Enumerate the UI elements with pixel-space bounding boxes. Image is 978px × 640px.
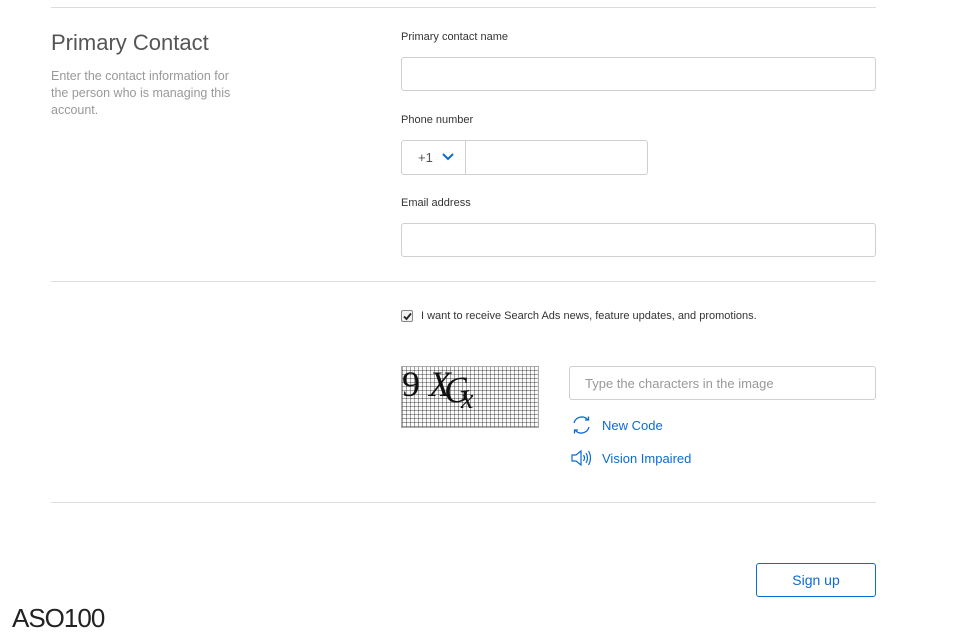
chevron-down-icon [442,153,454,161]
captcha-glyphs: 9 XGx [402,366,475,415]
captcha-image: 9 XGx [401,366,539,428]
captcha-placeholder: Type the characters in the image [585,375,774,391]
middle-divider [51,281,876,282]
country-code-value: +1 [418,150,433,165]
captcha-input[interactable]: Type the characters in the image [569,366,876,400]
optin-checkbox[interactable] [401,310,413,322]
top-divider [51,7,876,8]
sign-up-button[interactable]: Sign up [756,563,876,597]
optin-label: I want to receive Search Ads news, featu… [421,310,757,322]
speaker-icon [571,449,592,467]
email-field[interactable] [401,223,876,257]
new-code-link[interactable]: New Code [571,415,663,435]
watermark-logo: ASO100 [12,603,105,633]
phone-number-field[interactable] [466,141,647,174]
checkmark-icon [402,312,412,320]
name-label: Primary contact name [401,31,508,43]
new-code-label: New Code [602,417,663,433]
phone-field-group: +1 [401,140,648,175]
vision-impaired-label: Vision Impaired [602,450,692,466]
phone-label: Phone number [401,114,474,126]
vision-impaired-link[interactable]: Vision Impaired [571,448,691,468]
bottom-divider [51,502,876,503]
email-label: Email address [401,197,471,209]
refresh-icon [573,416,590,434]
primary-contact-name-field[interactable] [401,57,876,91]
section-title: Primary Contact [51,30,209,55]
country-code-select[interactable]: +1 [402,141,466,174]
section-description: Enter the contact information for the pe… [51,69,231,117]
